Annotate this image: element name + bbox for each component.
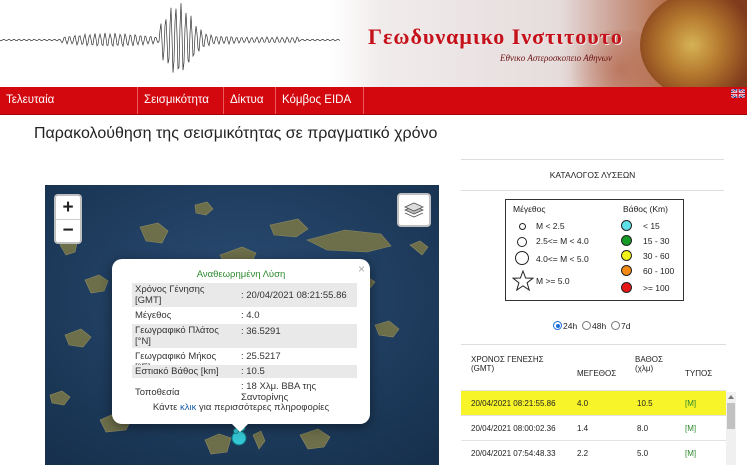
legend-depth-label: 60 - 100 xyxy=(643,266,675,276)
legend-depth-title: Βάθος (Km) xyxy=(623,204,668,214)
table-row[interactable]: 20/04/2021 08:00:02.36 1.4 8.0 [M] xyxy=(461,415,726,441)
radio-icon[interactable] xyxy=(582,321,591,330)
zoom-out-button[interactable]: − xyxy=(56,219,80,242)
popup-row-depth: Εστιακό Βάθος [km] : 10.5 xyxy=(132,365,357,378)
legend-depth-swatch-icon xyxy=(621,235,632,246)
event-depth: 8.0 xyxy=(637,424,649,433)
seismogram-graphic xyxy=(0,3,341,73)
legend-depth-label: 15 - 30 xyxy=(643,236,670,246)
nav-item-announcements[interactable]: Τελευταία Ανακοινωθέντα xyxy=(0,87,138,133)
main-nav: Τελευταία Ανακοινωθέντα Σεισμικότητα Δίκ… xyxy=(0,87,747,133)
period-label: 48h xyxy=(592,321,607,331)
period-label: 24h xyxy=(563,321,578,331)
event-type[interactable]: [M] xyxy=(685,391,696,416)
radio-icon[interactable] xyxy=(611,321,620,330)
banner-globe-graphic xyxy=(640,0,747,87)
legend-depth-swatch-icon xyxy=(621,220,632,231)
catalog-title: ΚΑΤΑΛΟΓΟΣ ΛΥΣΕΩΝ xyxy=(461,159,724,191)
legend-depth-swatch-icon xyxy=(621,282,632,293)
popup-more-info: Κάντε κλικ για περισσότερες πληροφορίες xyxy=(112,402,370,413)
layers-button[interactable] xyxy=(397,193,431,227)
popup-label: Τοποθεσία xyxy=(135,387,180,398)
legend-magnitude-title: Μέγεθος xyxy=(513,204,546,214)
popup-row-origin-time: Χρόνος Γένησης [GMT] : 20/04/2021 08:21:… xyxy=(132,283,357,307)
period-option-48h[interactable]: 48h xyxy=(582,321,606,331)
legend-depth-label: 30 - 60 xyxy=(643,251,670,261)
period-option-7d[interactable]: 7d xyxy=(611,321,630,331)
popup-value: : 4.0 xyxy=(241,310,260,321)
popup-title: Αναθεωρημένη Λύση xyxy=(196,269,286,280)
column-header-magnitude[interactable]: ΜΕΓΕΘΟΣ xyxy=(577,369,616,378)
scrollbar-thumb[interactable] xyxy=(727,403,735,429)
legend-magnitude-label: M >= 5.0 xyxy=(536,276,570,286)
table-row[interactable]: 20/04/2021 07:54:48.33 2.2 5.0 [M] xyxy=(461,440,726,466)
popup-more-link[interactable]: κλικ xyxy=(180,402,196,413)
popup-value: : 10.5 xyxy=(241,366,265,377)
popup-label: Χρόνος Γένησης [GMT] xyxy=(135,284,205,306)
layers-icon xyxy=(404,202,424,218)
legend-depth-swatch-icon xyxy=(621,265,632,276)
event-time: 20/04/2021 08:21:55.86 xyxy=(471,399,556,408)
column-header-type[interactable]: ΤΥΠΟΣ xyxy=(685,369,712,378)
seismicity-map[interactable]: + − × Αναθεωρημένη Λύση Χρόνος Γένησης [… xyxy=(45,185,439,465)
period-option-24h[interactable]: 24h xyxy=(553,321,577,331)
popup-row-location: Τοποθεσία : 18 Χλμ. ΒΒΑ της Σαντορίνης xyxy=(132,380,357,404)
popup-value: : 36.5291 xyxy=(241,326,281,337)
event-depth: 10.5 xyxy=(637,399,653,408)
zoom-control: + − xyxy=(54,194,82,244)
nav-item-networks[interactable]: Δίκτυα xyxy=(224,87,276,114)
page-title: Παρακολούθηση της σεισμικότητας σε πραγμ… xyxy=(34,125,438,142)
legend-depth-label: < 15 xyxy=(643,221,660,231)
popup-row-magnitude: Μέγεθος : 4.0 xyxy=(132,309,357,322)
table-scrollbar[interactable] xyxy=(726,392,736,465)
events-table: ΧΡΟΝΟΣ ΓΕΝΕΣΗΣ (GMT) ΜΕΓΕΘΟΣ ΒΑΘΟΣ (χλμ)… xyxy=(461,344,726,466)
legend-star-icon xyxy=(512,270,534,292)
popup-more-suffix: για περισσότερες πληροφορίες xyxy=(199,402,330,413)
popup-tip xyxy=(230,422,250,432)
zoom-in-button[interactable]: + xyxy=(56,196,80,219)
map-legend: Μέγεθος Βάθος (Km) M < 2.5 2.5<= M < 4.0… xyxy=(505,199,684,301)
popup-value: : 25.5217 xyxy=(241,351,281,362)
popup-row-latitude: Γεωγραφικό Πλάτος [°N] : 36.5291 xyxy=(132,324,357,348)
event-depth: 5.0 xyxy=(637,449,649,458)
scroll-up-arrow-icon[interactable] xyxy=(726,392,736,402)
column-header-depth[interactable]: ΒΑΘΟΣ (χλμ) xyxy=(635,355,671,373)
legend-depth-label: >= 100 xyxy=(643,283,670,293)
header-banner: Γεωδυναμικο Ινστιτουτο Εθνικο Αστεροσκοπ… xyxy=(0,0,747,87)
event-popup: × Αναθεωρημένη Λύση Χρόνος Γένησης [GMT]… xyxy=(112,259,370,424)
event-time: 20/04/2021 07:54:48.33 xyxy=(471,449,556,458)
legend-circle-medium-icon xyxy=(517,237,527,247)
seismogram-trace xyxy=(0,3,341,73)
nav-item-seismicity[interactable]: Σεισμικότητα xyxy=(138,87,224,114)
popup-more-prefix: Κάντε xyxy=(152,402,178,413)
nav-item-eida[interactable]: Κόμβος EIDA xyxy=(276,87,364,114)
legend-circle-large-icon xyxy=(515,251,529,265)
popup-label: Εστιακό Βάθος [km] xyxy=(135,366,219,377)
event-magnitude: 4.0 xyxy=(577,399,589,408)
legend-depth-swatch-icon xyxy=(621,250,632,261)
legend-magnitude-label: M < 2.5 xyxy=(536,221,565,231)
english-flag-icon[interactable] xyxy=(731,89,745,98)
popup-label: Γεωγραφικό Πλάτος [°N] xyxy=(135,325,219,347)
event-type[interactable]: [M] xyxy=(685,416,696,441)
radio-icon[interactable] xyxy=(553,321,562,330)
popup-value: : 18 Χλμ. ΒΒΑ της Σαντορίνης xyxy=(241,381,317,403)
column-header-time[interactable]: ΧΡΟΝΟΣ ΓΕΝΕΣΗΣ (GMT) xyxy=(471,355,563,373)
popup-value: : 20/04/2021 08:21:55.86 xyxy=(241,290,347,301)
event-type[interactable]: [M] xyxy=(685,441,696,466)
legend-magnitude-label: 2.5<= M < 4.0 xyxy=(536,236,589,246)
event-magnitude: 2.2 xyxy=(577,449,589,458)
event-time: 20/04/2021 08:00:02.36 xyxy=(471,424,556,433)
period-label: 7d xyxy=(621,321,631,331)
site-subtitle: Εθνικο Αστεροσκοπειο Αθηνων xyxy=(500,53,612,63)
popup-row-longitude: Γεωγραφικό Μήκος [°E] : 25.5217 xyxy=(132,350,357,373)
event-magnitude: 1.4 xyxy=(577,424,589,433)
site-title[interactable]: Γεωδυναμικο Ινστιτουτο xyxy=(368,24,623,50)
popup-label: Μέγεθος xyxy=(135,310,172,321)
table-row[interactable]: 20/04/2021 08:21:55.86 4.0 10.5 [M] xyxy=(461,390,726,416)
legend-magnitude-label: 4.0<= M < 5.0 xyxy=(536,254,589,264)
legend-circle-small-icon xyxy=(519,223,526,230)
